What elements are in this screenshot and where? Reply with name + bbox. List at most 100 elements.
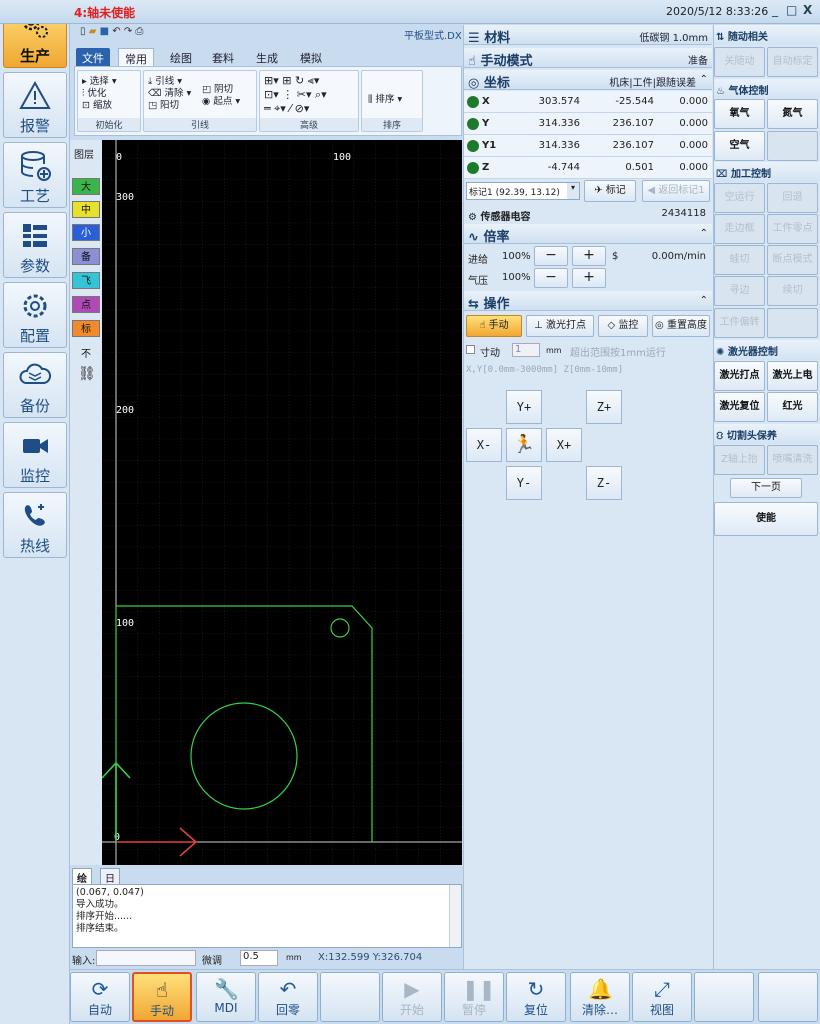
resume-cut-button[interactable]: 续切: [767, 276, 818, 306]
tab-file[interactable]: 文件: [76, 48, 110, 66]
edge-find-button[interactable]: 寻边: [714, 276, 765, 306]
nav-params-button[interactable]: 参数: [3, 212, 67, 278]
manual-op-button[interactable]: ☝ 手动: [466, 315, 522, 337]
undo-icon[interactable]: ↶: [112, 26, 120, 37]
auto-calibrate-button[interactable]: 自动标定: [767, 47, 818, 77]
clear-alarm-button[interactable]: 🔔 清除…: [570, 972, 630, 1022]
jog-x-minus-button[interactable]: X-: [466, 428, 502, 462]
save-icon[interactable]: ■: [100, 26, 109, 37]
zoom-button[interactable]: ⊡ 缩放: [82, 97, 112, 111]
feed-decrease-button[interactable]: −: [534, 246, 568, 266]
nav-monitor-button[interactable]: 监控: [3, 422, 67, 488]
feed-increase-button[interactable]: +: [572, 246, 606, 266]
dry-run-button[interactable]: 空运行: [714, 183, 765, 213]
tab-common[interactable]: 常用: [118, 48, 154, 66]
nav-hotline-button[interactable]: 热线: [3, 492, 67, 558]
drawing-canvas[interactable]: 0 100 300 200 100 0: [102, 140, 462, 865]
rewind-button[interactable]: 回退: [767, 183, 818, 213]
collapse-icon[interactable]: ⌃: [700, 295, 708, 306]
layer-item[interactable]: 飞: [72, 272, 100, 289]
nav-alarm-button[interactable]: 报警: [3, 72, 67, 138]
enable-button[interactable]: 使能: [714, 502, 818, 536]
array-icon[interactable]: ⊞▾ ⊞ ↻ ⫷▾: [264, 74, 319, 88]
minimize-button[interactable]: _: [772, 3, 778, 17]
gas-increase-button[interactable]: +: [572, 268, 606, 288]
jog-y-minus-button[interactable]: Y-: [506, 466, 542, 500]
run-icon[interactable]: 🏃: [506, 428, 542, 462]
air-button[interactable]: 空气: [714, 131, 765, 161]
laser-reset-button[interactable]: 激光复位: [714, 392, 765, 422]
workpiece-rotate-button[interactable]: 工件偏转: [714, 308, 765, 338]
nav-backup-button[interactable]: 备份: [3, 352, 67, 418]
layer-item[interactable]: 小: [72, 224, 100, 241]
layer-item[interactable]: 标: [72, 320, 100, 337]
link-icon[interactable]: ⛓: [78, 366, 96, 382]
nav-process-button[interactable]: 工艺: [3, 142, 67, 208]
gas-empty-button[interactable]: [767, 131, 818, 161]
jog-x-plus-button[interactable]: X+: [546, 428, 582, 462]
collapse-icon[interactable]: ⌃: [700, 74, 708, 85]
next-page-button[interactable]: 下一页: [730, 478, 802, 498]
empty-bottom-button[interactable]: [758, 972, 818, 1022]
mark-button[interactable]: ✈ 标记: [584, 180, 636, 202]
layer-item[interactable]: 大: [72, 178, 100, 195]
laser-dot-right-button[interactable]: 激光打点: [714, 361, 765, 391]
work-zero-button[interactable]: 工件零点: [767, 214, 818, 244]
sort-button[interactable]: ⫼ 排序 ▾: [368, 91, 402, 105]
layer-item[interactable]: 不: [72, 345, 100, 362]
jog-y-plus-button[interactable]: Y+: [506, 390, 542, 424]
collapse-icon[interactable]: ⌃: [700, 228, 708, 239]
start-button[interactable]: ▶ 开始: [382, 972, 442, 1022]
new-icon[interactable]: ▯: [80, 26, 86, 37]
tab-simulate[interactable]: 模拟: [294, 48, 328, 66]
maximize-button[interactable]: □: [786, 3, 797, 17]
marker-select[interactable]: 标记1 (92.39, 13.12) ▾: [466, 182, 580, 200]
process-empty-button[interactable]: [767, 308, 818, 338]
bridge-icon[interactable]: ⊡▾ ⋮ ✂▾ ⌕▾: [264, 88, 327, 102]
tab-draw[interactable]: 绘图: [164, 48, 198, 66]
layer-item[interactable]: 点: [72, 296, 100, 313]
laser-dot-button[interactable]: ⊥ 激光打点: [526, 315, 594, 337]
reset-button[interactable]: ↻ 复位: [506, 972, 566, 1022]
start-point-button[interactable]: ◉ 起点 ▾: [202, 93, 240, 107]
follow-off-button[interactable]: 关随动: [714, 47, 765, 77]
auto-mode-button[interactable]: ⟳ 自动: [70, 972, 130, 1022]
step-input[interactable]: 1: [512, 343, 540, 357]
empty-bottom-button[interactable]: [320, 972, 380, 1022]
view-button[interactable]: ⤢ 视图: [632, 972, 692, 1022]
return-mark-button[interactable]: ◀ 返回标记1: [642, 180, 710, 202]
laser-power-button[interactable]: 激光上电: [767, 361, 818, 391]
tab-generate[interactable]: 生成: [250, 48, 284, 66]
close-button[interactable]: X: [803, 3, 812, 17]
red-light-button[interactable]: 红光: [767, 392, 818, 422]
frame-button[interactable]: 走边框: [714, 214, 765, 244]
nozzle-clean-button[interactable]: 喷嘴清洗: [767, 445, 818, 475]
open-icon[interactable]: ▰: [89, 26, 97, 37]
reset-height-button[interactable]: ◎ 重置高度: [652, 315, 710, 337]
home-button[interactable]: ↶ 回零: [258, 972, 318, 1022]
redo-icon[interactable]: ↷: [124, 26, 132, 37]
manual-mode-button[interactable]: ☝ 手动: [132, 972, 192, 1022]
breakpoint-mode-button[interactable]: 断点模式: [767, 245, 818, 275]
step-checkbox[interactable]: [466, 345, 475, 354]
mdi-button[interactable]: 🔧 MDI: [196, 972, 256, 1022]
command-input[interactable]: [96, 950, 196, 966]
pause-button[interactable]: ❚❚ 暂停: [444, 972, 504, 1022]
jog-z-minus-button[interactable]: Z-: [586, 466, 622, 500]
monitor-button[interactable]: ◇ 监控: [598, 315, 648, 337]
jog-z-plus-button[interactable]: Z+: [586, 390, 622, 424]
empty-bottom-button[interactable]: [694, 972, 754, 1022]
layer-item[interactable]: 中: [72, 201, 100, 218]
fine-tune-input[interactable]: 0.5: [240, 950, 278, 966]
nav-config-button[interactable]: 配置: [3, 282, 67, 348]
oxygen-button[interactable]: 氧气: [714, 99, 765, 129]
nitrogen-button[interactable]: 氮气: [767, 99, 818, 129]
log-scrollbar[interactable]: [449, 885, 461, 947]
print-icon[interactable]: ⎙: [135, 26, 143, 37]
frog-cut-button[interactable]: 蛙切: [714, 245, 765, 275]
tab-nesting[interactable]: 套料: [206, 48, 240, 66]
measure-icon[interactable]: ═ ⌖▾ ⁄ ⊘▾: [264, 102, 309, 116]
gas-decrease-button[interactable]: −: [534, 268, 568, 288]
z-lift-button[interactable]: Z轴上抬: [714, 445, 765, 475]
layer-item[interactable]: 备: [72, 248, 100, 265]
